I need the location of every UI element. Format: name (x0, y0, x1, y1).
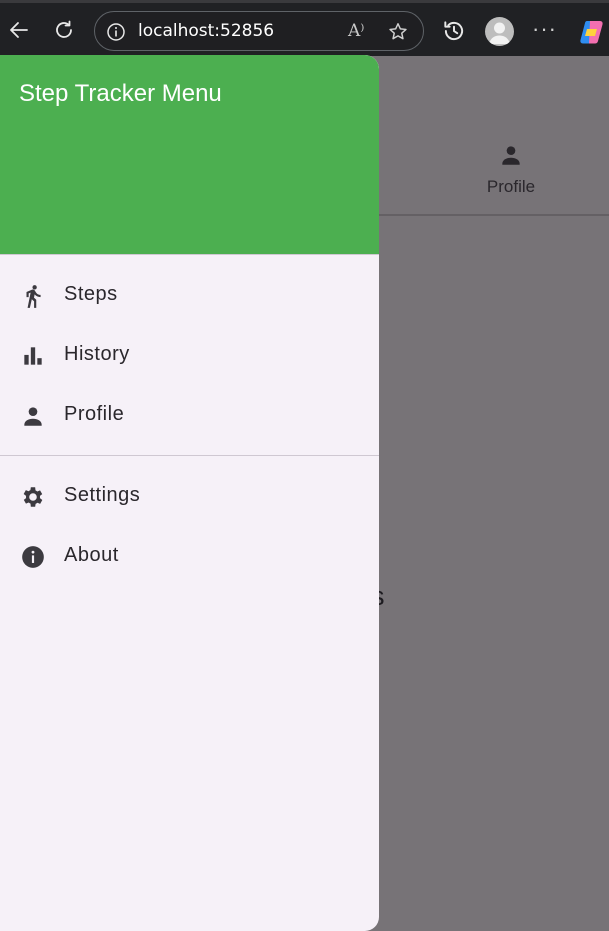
copilot-icon[interactable] (577, 17, 607, 47)
person-icon (24, 407, 42, 426)
url-text[interactable]: localhost:52856 (138, 21, 274, 41)
tab-bar-divider (379, 214, 609, 216)
drawer-item-label: About (64, 544, 119, 566)
person-icon (502, 146, 520, 165)
back-button[interactable] (6, 17, 32, 43)
address-bar[interactable]: localhost:52856 A⁾ (94, 11, 424, 51)
read-aloud-icon[interactable]: A⁾ (348, 21, 364, 41)
drawer-title: Step Tracker Menu (19, 80, 222, 107)
profile-avatar[interactable] (485, 17, 514, 46)
more-options-icon[interactable]: ··· (532, 18, 558, 44)
gear-icon (23, 487, 43, 507)
drawer-item-settings[interactable]: Settings (0, 466, 379, 526)
reload-button[interactable] (51, 17, 77, 43)
bar-chart-icon (24, 347, 42, 365)
drawer-header: Step Tracker Menu (0, 55, 379, 254)
drawer-item-steps[interactable]: Steps (0, 265, 379, 325)
drawer-section-divider (0, 455, 379, 456)
browser-toolbar: localhost:52856 A⁾ ··· (0, 0, 609, 56)
avatar-icon (489, 22, 510, 44)
drawer-item-label: Steps (64, 283, 118, 305)
drawer-item-label: Settings (64, 484, 141, 506)
drawer-item-profile[interactable]: Profile (0, 385, 379, 445)
drawer-item-label: Profile (64, 403, 125, 425)
walk-icon (26, 285, 41, 308)
drawer-item-history[interactable]: History (0, 325, 379, 385)
back-arrow-icon (10, 22, 28, 38)
favorite-star-icon[interactable] (387, 21, 409, 43)
drawer-menu: Steps History Profile Settings About (0, 255, 379, 586)
info-icon (22, 546, 44, 568)
tab-profile-label: Profile (486, 177, 536, 196)
drawer-item-about[interactable]: About (0, 526, 379, 586)
tab-profile[interactable]: Profile (466, 142, 556, 197)
navigation-drawer: Step Tracker Menu Steps History Profile … (0, 55, 379, 931)
site-info-icon[interactable] (106, 22, 126, 42)
history-icon[interactable] (441, 18, 467, 44)
reload-icon (56, 20, 72, 38)
drawer-item-label: History (64, 343, 130, 365)
